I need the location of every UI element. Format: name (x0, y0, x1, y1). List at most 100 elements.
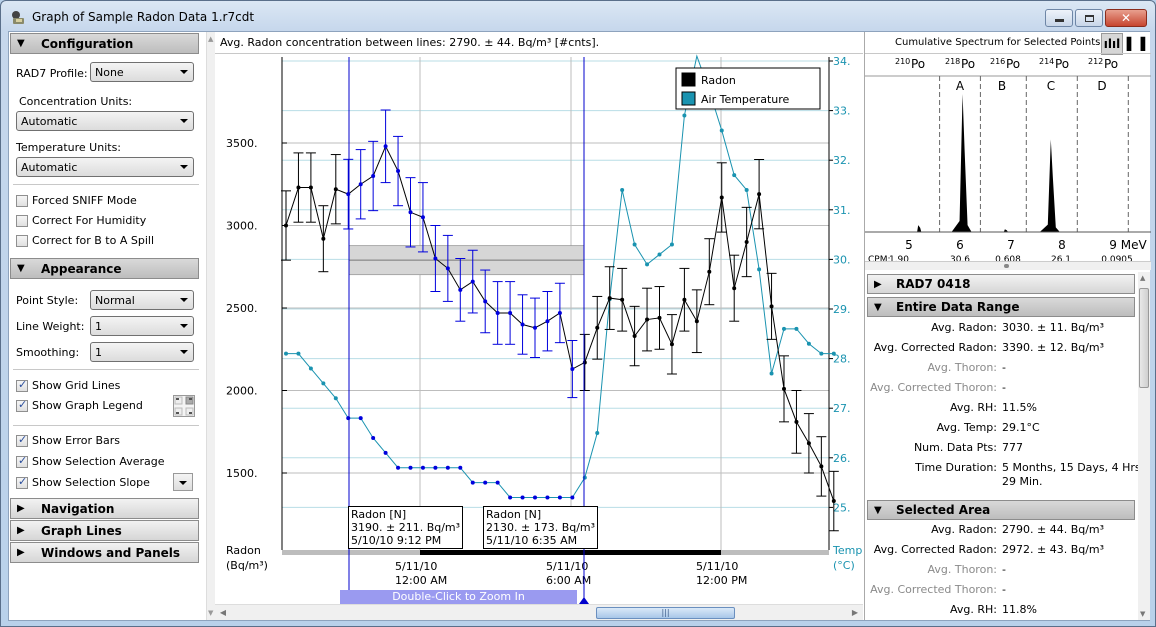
stat-value: - (1002, 583, 1006, 596)
spectrum-detailed-button[interactable]: ılıl (1101, 33, 1123, 55)
temperature-point (645, 262, 650, 267)
checkbox-box[interactable] (16, 475, 28, 489)
temperature-point (445, 465, 450, 470)
tooltip-line: 5/10/10 9:12 PM (351, 534, 442, 547)
section-navigation[interactable]: ▶ Navigation (10, 498, 199, 519)
show-grid-lines-checkbox[interactable]: Show Grid Lines (16, 378, 121, 392)
radon-point (433, 256, 438, 261)
point-style-dropdown[interactable]: Normal (90, 290, 194, 310)
tooltip-selection-end: Radon [N] 2130. ± 173. Bq/m³ 5/11/10 6:3… (483, 506, 599, 549)
left-tick-label: 2000. (226, 385, 258, 398)
horizontal-scrollbar[interactable]: ◀ ||| ▶ (215, 604, 863, 620)
checkbox-box[interactable] (16, 433, 28, 447)
graph-area[interactable]: Avg. Radon concentration between lines: … (215, 32, 863, 620)
isotope-mass: 212 (1088, 57, 1103, 66)
checkbox-box[interactable] (16, 398, 28, 412)
show-error-bars-checkbox[interactable]: Show Error Bars (16, 433, 121, 447)
scroll-up-icon[interactable]: ▲ (208, 35, 213, 43)
show-selection-average-checkbox[interactable]: Show Selection Average (16, 454, 165, 468)
stats-scrollbar[interactable]: ▲ ▼ (1138, 272, 1150, 620)
minimize-button[interactable] (1045, 9, 1073, 27)
rad7-profile-dropdown[interactable]: None (90, 62, 194, 82)
selection-end-handle[interactable] (579, 597, 589, 604)
checkbox-box[interactable] (16, 194, 28, 207)
legend-label: Radon (701, 74, 736, 87)
left-panel-scrollbar[interactable]: ▲ ▼ (206, 32, 215, 620)
concentration-units-label: Concentration Units: (19, 95, 133, 108)
close-button[interactable]: ✕ (1105, 9, 1147, 27)
spectrum-peak (913, 225, 924, 232)
left-tick-label: 3500. (226, 137, 258, 150)
temperature-point (296, 351, 301, 356)
temperature-point (595, 431, 600, 435)
show-graph-legend-checkbox[interactable]: Show Graph Legend (16, 398, 143, 412)
line-weight-label: Line Weight: (16, 320, 85, 333)
divider (13, 425, 199, 426)
isotope-mass: 210 (895, 57, 910, 66)
radon-point (694, 319, 699, 324)
radon-point (819, 464, 824, 469)
stat-value: 777 (1002, 441, 1023, 454)
scroll-thumb[interactable]: ||| (596, 607, 735, 619)
scroll-right-icon[interactable]: ▶ (848, 607, 862, 619)
section-entire-range[interactable]: ▼ Entire Data Range (867, 297, 1135, 317)
stat-key: Avg. Temp: (936, 421, 997, 434)
radon-point (682, 297, 687, 302)
energy-tick-label: 6 (956, 238, 964, 252)
line-weight-dropdown[interactable]: 1 (90, 316, 194, 336)
show-selection-slope-checkbox[interactable]: Show Selection Slope (16, 475, 150, 489)
radon-point (620, 297, 625, 302)
temperature-point (483, 480, 488, 485)
legend-label: Air Temperature (701, 93, 790, 106)
radon-point (719, 195, 724, 200)
scroll-down-icon[interactable]: ▼ (1140, 610, 1145, 618)
splitter[interactable] (865, 261, 1151, 270)
radon-point (533, 325, 537, 330)
app-icon (12, 11, 24, 24)
section-windows-panels[interactable]: ▶ Windows and Panels (10, 542, 199, 563)
section-device[interactable]: ▶ RAD7 0418 (867, 274, 1135, 294)
window-label: A (956, 79, 965, 93)
radon-point (371, 174, 376, 178)
correct-humidity-checkbox[interactable]: Correct For Humidity (16, 214, 146, 227)
scroll-up-icon[interactable]: ▲ (1140, 274, 1145, 282)
section-appearance[interactable]: ▼ Appearance (10, 258, 199, 279)
scroll-left-icon[interactable]: ◀ (216, 607, 230, 619)
maximize-button[interactable] (1075, 9, 1103, 27)
dropdown-value: 1 (95, 320, 102, 333)
temperature-point (308, 366, 313, 371)
checkbox-box[interactable] (16, 454, 28, 468)
correct-spill-checkbox[interactable]: Correct for B to A Spill (16, 234, 154, 247)
forced-sniff-checkbox[interactable]: Forced SNIFF Mode (16, 194, 137, 207)
temperature-point (657, 252, 662, 257)
right-tick-label: 26. (833, 452, 851, 465)
stat-key: Time Duration: (915, 461, 997, 474)
stat-value: 2790. ± 44. Bq/m³ (1002, 523, 1105, 536)
checkbox-box[interactable] (16, 378, 28, 392)
checkbox-label: Show Error Bars (32, 434, 121, 447)
radon-point (794, 419, 799, 424)
spectrum-binned-button[interactable]: ▌▐ (1125, 33, 1147, 55)
isotope-symbol: Po (1104, 57, 1118, 71)
chevron-down-icon (180, 165, 188, 169)
checkbox-box[interactable] (16, 214, 28, 227)
temperature-units-dropdown[interactable]: Automatic (16, 157, 194, 177)
slope-options-button[interactable] (173, 473, 193, 491)
stat-value: 5 Months, 15 Days, 4 Hrs., (1002, 461, 1148, 474)
section-selected-area[interactable]: ▼ Selected Area (867, 500, 1135, 520)
checkbox-label: Show Grid Lines (32, 379, 121, 392)
concentration-units-dropdown[interactable]: Automatic (16, 111, 194, 131)
section-configuration[interactable]: ▼ Configuration (10, 33, 199, 54)
legend-position-icon[interactable] (173, 395, 195, 417)
divider (13, 369, 199, 370)
divider (13, 184, 199, 185)
scroll-thumb[interactable] (1139, 288, 1149, 388)
dropdown-value: Normal (95, 294, 135, 307)
smoothing-dropdown[interactable]: 1 (90, 342, 194, 362)
temperature-point (669, 242, 674, 247)
radon-point (769, 304, 774, 309)
checkbox-box[interactable] (16, 234, 28, 247)
scroll-down-icon[interactable]: ▼ (208, 609, 213, 617)
section-graph-lines[interactable]: ▶ Graph Lines (10, 520, 199, 541)
zoom-in-hint[interactable]: Double-Click to Zoom In (340, 590, 577, 604)
